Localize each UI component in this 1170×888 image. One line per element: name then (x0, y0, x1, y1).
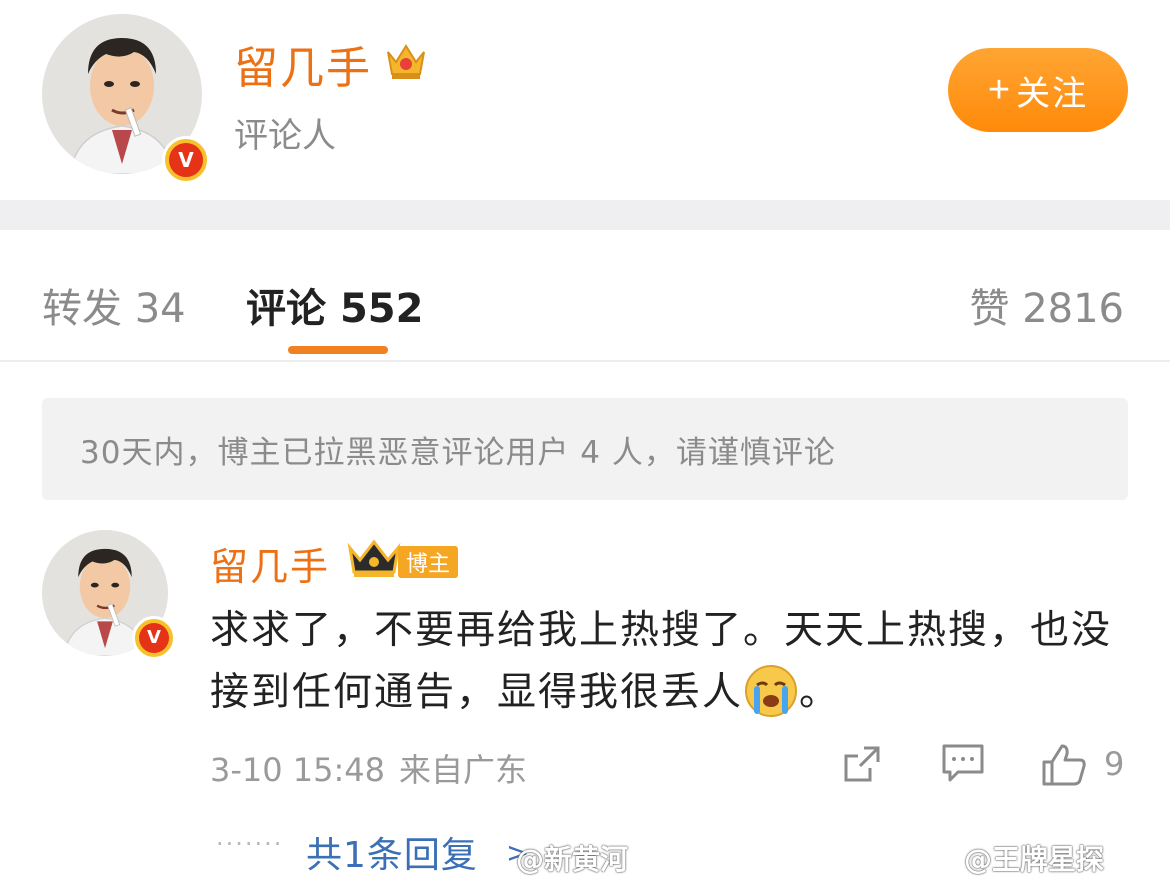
comment-text: 求求了，不要再给我上热搜了。天天上热搜，也没接到任何通告，显得我很丢人 。 (210, 600, 1120, 724)
post-tabs: 转发 34 评论 552 赞 2816 (0, 230, 1170, 360)
comment-like-count: 9 (1104, 745, 1125, 783)
tab-comments[interactable]: 评论 552 (246, 276, 423, 334)
watermark-left: @新黄河 (516, 843, 629, 876)
tab-likes-count: 2816 (1022, 286, 1124, 332)
comment-author[interactable]: 留几手 (210, 536, 330, 591)
active-tab-indicator (288, 346, 388, 354)
verified-v-icon: V (132, 616, 176, 660)
tabs-divider (0, 360, 1170, 362)
plus-icon: + (987, 68, 1013, 111)
crying-emoji-icon (745, 664, 798, 717)
share-icon[interactable] (840, 742, 884, 786)
section-divider (0, 200, 1170, 230)
verified-v-icon: V (162, 136, 210, 184)
tab-reposts-count: 34 (134, 286, 186, 332)
profile-role: 评论人 (234, 116, 336, 156)
profile-header: V 留几手 评论人 + 关注 (0, 0, 1170, 200)
like-thumb-icon[interactable] (1040, 742, 1088, 788)
crown-icon (347, 539, 401, 577)
comment-timestamp: 3-10 15:48 (210, 751, 386, 789)
profile-avatar[interactable]: V (42, 14, 210, 184)
comment-location: 来自广东 (399, 751, 528, 789)
blogger-badge: 博主 (398, 546, 459, 578)
blocked-users-notice: 30天内，博主已拉黑恶意评论用户 4 人，请谨慎评论 (42, 398, 1128, 500)
profile-name[interactable]: 留几手 (234, 32, 372, 96)
comment-text-body: 求求了，不要再给我上热搜了。天天上热搜，也没接到任何通告，显得我很丢人 (210, 608, 1113, 715)
tab-comments-label: 评论 (246, 286, 326, 332)
crown-icon (387, 44, 425, 79)
tab-comments-count: 552 (339, 286, 424, 332)
comment-icon[interactable] (940, 742, 986, 784)
comment-text-end: 。 (799, 670, 841, 715)
tab-reposts-label: 转发 (42, 286, 122, 332)
follow-label: 关注 (1016, 74, 1089, 113)
comment-avatar[interactable]: V (42, 530, 176, 660)
reply-separator: ······· (216, 830, 284, 858)
tab-reposts[interactable]: 转发 34 (42, 276, 186, 334)
view-replies-link[interactable]: 共1条回复 (306, 826, 478, 878)
tab-likes[interactable]: 赞 2816 (969, 276, 1124, 334)
comment-meta: 3-10 15:48 来自广东 (210, 745, 527, 791)
watermark-right: @王牌星探 (964, 843, 1105, 876)
follow-button[interactable]: + 关注 (948, 48, 1128, 132)
tab-likes-label: 赞 (969, 286, 1010, 332)
